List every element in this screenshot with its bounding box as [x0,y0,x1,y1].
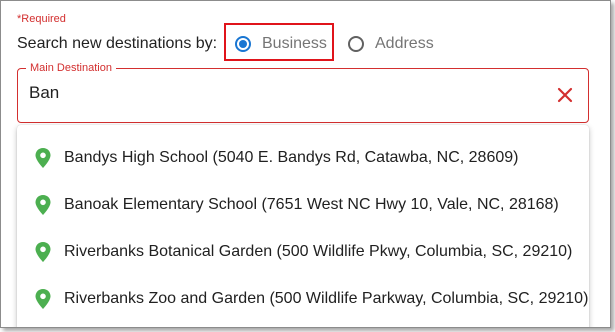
radio-dot [239,40,247,48]
radio-address-label: Address [375,35,434,52]
suggestion-text: Riverbanks Botanical Garden (500 Wildlif… [64,242,573,260]
radio-option-address[interactable]: Address [348,34,434,54]
suggestion-text: Riverbanks Zoo and Garden (500 Wildlife … [64,289,589,307]
destination-form-panel: *Required Search new destinations by: Bu… [0,0,611,328]
radio-address-unselected[interactable] [348,36,364,52]
map-pin-icon [35,194,51,215]
map-pin-icon [35,147,51,168]
main-destination-input[interactable] [29,83,509,103]
suggestion-text: Bandys High School (5040 E. Bandys Rd, C… [64,148,519,166]
main-destination-field[interactable]: Main Destination [17,61,589,123]
suggestions-dropdown: Bandys High School (5040 E. Bandys Rd, C… [17,125,589,327]
suggestion-text: Banoak Elementary School (7651 West NC H… [64,195,559,213]
search-by-label: Search new destinations by: [17,35,218,52]
radio-business-selected[interactable] [235,36,251,52]
map-pin-icon [35,241,51,262]
radio-business-label: Business [262,35,327,52]
suggestion-item[interactable]: Riverbanks Botanical Garden (500 Wildlif… [17,228,589,275]
required-note: *Required [17,13,66,25]
map-pin-icon [35,288,51,309]
main-destination-label: Main Destination [26,61,116,75]
search-by-row: Search new destinations by: [17,34,217,54]
radio-option-business[interactable]: Business [235,34,327,54]
suggestion-item[interactable]: Banoak Elementary School (7651 West NC H… [17,181,589,228]
suggestion-item[interactable]: Riverbanks Zoo and Garden (500 Wildlife … [17,275,589,322]
clear-icon[interactable] [556,86,574,104]
suggestion-item[interactable]: Bandys High School (5040 E. Bandys Rd, C… [17,134,589,181]
